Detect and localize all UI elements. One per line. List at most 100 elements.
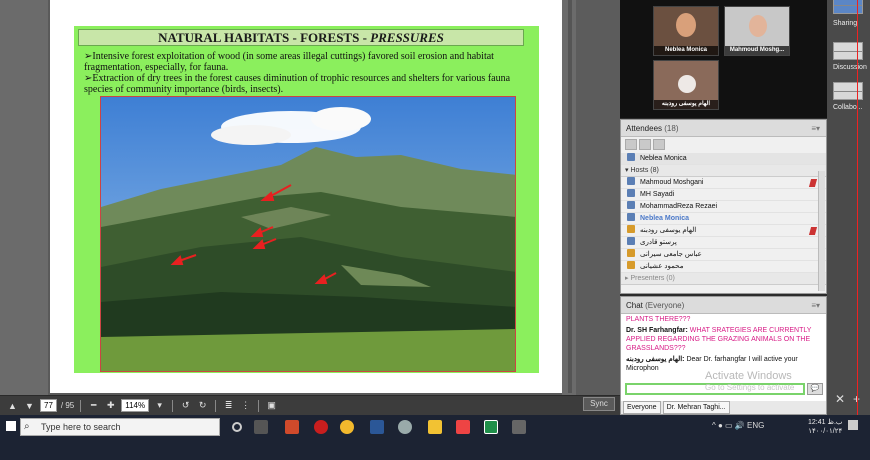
chrome-icon[interactable] — [340, 420, 354, 434]
hosts-label: Hosts (8) — [630, 167, 659, 174]
video-tile-1[interactable]: Neblea Monica — [653, 6, 719, 56]
chat-pod: Chat (Everyone) ≡▾ PLANTS THERE??? Dr. S… — [620, 296, 827, 415]
user-icon — [627, 261, 635, 269]
page-total: / 95 — [60, 401, 75, 410]
list-item[interactable]: محمود عشیانی — [621, 261, 826, 273]
layout-discussion-thumb[interactable] — [833, 42, 863, 60]
chat-tabs: Everyone Dr. Mehran Taghi... — [621, 401, 826, 414]
list-item[interactable]: الهام یوسفی رودبنه — [621, 225, 826, 237]
task-view-icon[interactable] — [254, 420, 268, 434]
system-tray[interactable]: ^ ● ▭ 🔊 ENG — [712, 421, 764, 430]
list-view-icon[interactable] — [625, 139, 637, 150]
tab-private[interactable]: Dr. Mehran Taghi... — [662, 401, 730, 414]
opera-icon[interactable] — [314, 420, 328, 434]
attendees-header: Attendees (18) ≡▾ — [621, 120, 826, 137]
sync-button[interactable]: Sync — [583, 397, 615, 411]
video-pod: Neblea Monica Mahmoud Moshg... الهام یوس… — [620, 0, 827, 118]
video-tile-2-name: Mahmoud Moshg... — [725, 46, 789, 55]
sort-icon[interactable] — [653, 139, 665, 150]
layout-collab-thumb[interactable] — [833, 82, 863, 100]
pen-icon — [808, 227, 818, 235]
video-tile-3[interactable]: الهام یوسفی رودبنه — [653, 60, 719, 110]
activation-watermark-sub: Go to Settings to activate — [705, 383, 795, 392]
viewer-toolbar: ▲ ▼ 77 / 95 ━ ✚ 114% ▾ ↺ ↻ ≣ ⋮ ▣ — [0, 395, 620, 415]
rotate-right-icon[interactable]: ↻ — [196, 399, 209, 412]
layout-sharing-thumb[interactable] — [833, 0, 863, 14]
thumbnail-icon[interactable]: ▣ — [265, 399, 278, 412]
user-icon — [627, 177, 635, 185]
hosts-group[interactable]: ▾ Hosts (8) — [621, 165, 826, 177]
user-icon — [627, 189, 635, 197]
taskbar-clock[interactable]: 12:41 ب.ظ ۱۴۰۰/۰۱/۲۴ — [808, 418, 842, 436]
expand-icon[interactable] — [639, 139, 651, 150]
layouts-bar: Sharing Discussion Collabo... ✕ + — [827, 0, 870, 415]
zoom-out-icon[interactable]: ━ — [87, 399, 100, 412]
attendees-scrollbar[interactable] — [818, 171, 825, 291]
pod-menu-icon[interactable]: ≡▾ — [811, 120, 820, 137]
file-explorer-icon[interactable] — [428, 420, 442, 434]
powerpoint-icon[interactable] — [285, 420, 299, 434]
attendees-count: (18) — [664, 124, 679, 133]
attendees-pod: Attendees (18) ≡▾ Neblea Monica ▾ Hosts … — [620, 119, 827, 294]
word-icon[interactable] — [370, 420, 384, 434]
fit-width-icon[interactable]: ≣ — [222, 399, 235, 412]
settings-icon[interactable] — [398, 420, 412, 434]
slide-bullet-1: ➢Intensive forest exploitation of wood (… — [84, 51, 494, 73]
activation-watermark: Activate Windows — [705, 370, 792, 382]
zoom-in-icon[interactable]: ✚ — [104, 399, 117, 412]
user-icon — [627, 225, 635, 233]
video-tile-2[interactable]: Mahmoud Moshg... — [724, 6, 790, 56]
list-item[interactable]: Neblea Monica — [621, 213, 826, 225]
page-down-icon[interactable]: ▼ — [23, 399, 36, 412]
layout-collab-label[interactable]: Collabo... — [833, 104, 863, 111]
slide-title: NATURAL HABITATS - FORESTS - PRESSURES — [78, 29, 524, 46]
list-item[interactable]: عباس جامعی سیرانی — [621, 249, 826, 261]
app-icon[interactable] — [512, 420, 526, 434]
zoom-select[interactable]: 114% — [121, 399, 150, 412]
rotate-left-icon[interactable]: ↺ — [179, 399, 192, 412]
notification-icon[interactable] — [848, 420, 858, 430]
pod-menu-icon[interactable]: ≡▾ — [811, 297, 820, 314]
attendees-title: Attendees — [626, 124, 663, 133]
list-item[interactable]: MohammadReza Rezaei — [621, 201, 826, 213]
red-guide-line — [857, 0, 858, 460]
page-number-input[interactable]: 77 — [40, 399, 57, 412]
play-icon[interactable] — [678, 75, 696, 93]
layout-sharing-label[interactable]: Sharing — [833, 20, 857, 27]
presenter-row[interactable]: Neblea Monica — [621, 153, 826, 165]
adobe-connect-icon[interactable] — [456, 420, 470, 434]
participant-avatar — [749, 15, 767, 37]
cortana-icon[interactable] — [232, 422, 242, 432]
windows-start-icon[interactable] — [6, 421, 16, 431]
presenters-group[interactable]: ▸ Presenters (0) — [621, 273, 826, 285]
language-indicator[interactable]: ENG — [747, 421, 764, 430]
slide-title-emphasis: PRESSURES — [370, 30, 444, 45]
user-icon — [627, 201, 635, 209]
slide-title-text: NATURAL HABITATS - FORESTS - — [158, 30, 371, 45]
video-tile-1-name: Neblea Monica — [654, 46, 718, 55]
user-icon — [627, 213, 635, 221]
video-tile-3-name: الهام یوسفی رودبنه — [654, 100, 718, 109]
list-item[interactable]: پرستو قادری — [621, 237, 826, 249]
chat-title: Chat — [626, 301, 643, 310]
list-item[interactable]: Mahmoud Moshgani — [621, 177, 826, 189]
zoom-dropdown-icon[interactable]: ▾ — [153, 399, 166, 412]
taskbar-search-input[interactable]: Type here to search — [20, 418, 220, 436]
fit-page-icon[interactable]: ⋮ — [239, 399, 252, 412]
user-icon — [627, 249, 635, 257]
page-up-icon[interactable]: ▲ — [6, 399, 19, 412]
forest-photo-graphic — [101, 97, 515, 371]
document-scrollbar[interactable] — [562, 0, 620, 395]
close-icon[interactable]: ✕ — [835, 392, 845, 406]
layout-discussion-label[interactable]: Discussion — [833, 64, 867, 71]
excel-icon[interactable] — [484, 420, 498, 434]
slide-bullet-2: ➢Extraction of dry trees in the forest c… — [84, 73, 511, 95]
chat-message: PLANTS THERE??? — [626, 316, 691, 323]
participant-avatar — [676, 13, 696, 37]
slide: NATURAL HABITATS - FORESTS - PRESSURES ➢… — [74, 26, 539, 373]
user-icon — [627, 237, 635, 245]
tab-everyone[interactable]: Everyone — [623, 401, 661, 414]
chat-header: Chat (Everyone) ≡▾ — [621, 297, 826, 314]
list-item[interactable]: MH Sayadi — [621, 189, 826, 201]
user-icon — [627, 153, 635, 161]
